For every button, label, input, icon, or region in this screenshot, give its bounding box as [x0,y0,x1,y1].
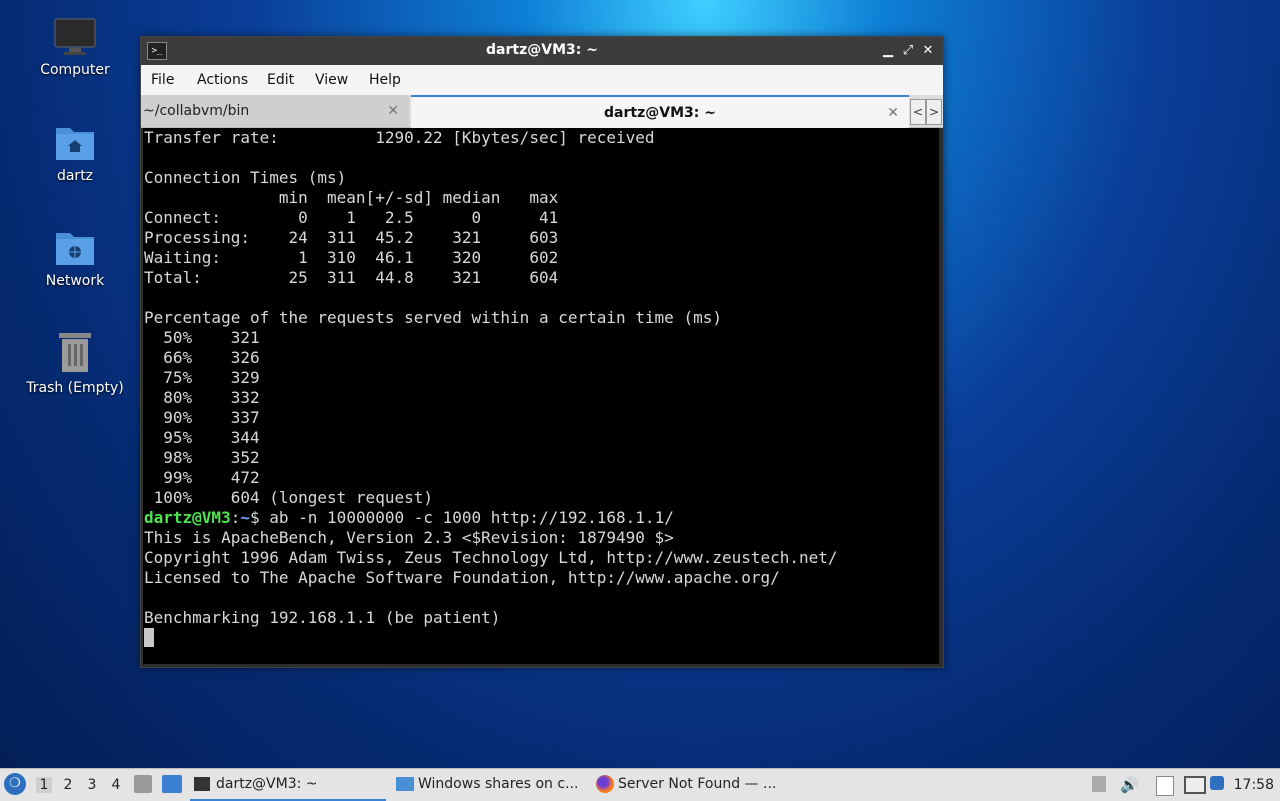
desktop-icon-label: Trash (Empty) [26,380,124,396]
monitor-icon [54,18,96,56]
firefox-icon [596,775,614,793]
terminal-line: Transfer rate: 1290.22 [Kbytes/sec] rece… [144,128,655,147]
workspace-2[interactable]: 2 [60,777,76,793]
desktop-icon-label: Network [45,273,105,289]
prompt-path: ~ [240,508,250,527]
workspace-4[interactable]: 4 [108,777,124,793]
terminal-line: Connection Times (ms) [144,168,347,187]
terminal-line: min mean[+/-sd] median max [144,188,559,207]
terminal-line: 98% 352 [144,448,260,467]
task-terminal[interactable]: dartz@VM3: ~ [190,769,386,801]
terminal-line: 50% 321 [144,328,260,347]
close-button[interactable]: ✕ [919,42,937,60]
terminal-line: Waiting: 1 310 46.1 320 602 [144,248,559,267]
menu-help[interactable]: Help [369,72,401,88]
lubuntu-logo-icon: ❍ [9,776,21,791]
terminal-line: Copyright 1996 Adam Twiss, Zeus Technolo… [144,548,838,567]
network-status-icon[interactable] [1184,776,1206,794]
tab-dartz-vm3[interactable]: dartz@VM3: ~ ✕ [411,95,909,129]
menu-edit[interactable]: Edit [267,72,294,88]
update-notifier-icon[interactable] [1210,776,1224,790]
terminal-line: 95% 344 [144,428,260,447]
clock[interactable]: 17:58 [1234,777,1274,793]
terminal-line: 80% 332 [144,388,260,407]
terminal-command: ab -n 10000000 -c 1000 http://192.168.1.… [269,508,674,527]
prompt-dollar: $ [249,508,270,527]
minimize-icon: ▁ [883,43,893,58]
file-manager-launcher-icon[interactable] [134,775,152,793]
terminal-prompt-line: dartz@VM3:~$ ab -n 10000000 -c 1000 http… [144,508,674,528]
menu-actions[interactable]: Actions [197,72,248,88]
volume-icon[interactable]: 🔊 [1120,776,1139,794]
menu-file[interactable]: File [151,72,174,88]
tab-bar: ~/collabvm/bin ✕ dartz@VM3: ~ ✕ < > [141,95,943,129]
window-title: dartz@VM3: ~ [486,42,598,58]
terminal-line: 90% 337 [144,408,260,427]
menu-view[interactable]: View [315,72,348,88]
trash-icon [55,330,95,374]
terminal-line: This is ApacheBench, Version 2.3 <$Revis… [144,528,674,547]
menu-bar: File Actions Edit View Help [141,65,943,95]
tab-scroll-left-button[interactable]: < [910,99,926,125]
terminal-icon [194,777,210,791]
taskbar: ❍ 1 2 3 4 dartz@VM3: ~ Windows shares on… [0,768,1280,801]
start-menu-button[interactable]: ❍ [4,773,26,795]
eject-icon[interactable] [1092,776,1106,792]
prompt-separator: : [230,508,241,527]
folder-icon [396,777,414,791]
desktop-icon-label: dartz [56,168,94,184]
workspace-3[interactable]: 3 [84,777,100,793]
terminal-line: 75% 329 [144,368,260,387]
close-icon: ✕ [922,43,934,58]
terminal-line: Connect: 0 1 2.5 0 41 [144,208,559,227]
terminal-line: 66% 326 [144,348,260,367]
prompt-user: dartz@VM3 [144,508,231,527]
terminal-line: 99% 472 [144,468,260,487]
terminal-window: >_ dartz@VM3: ~ ▁ ⤢ ✕ File Actions Edit … [140,36,944,668]
desktop-icon-trash[interactable]: Trash (Empty) [25,330,125,396]
task-label: Windows shares on c... [418,776,579,792]
terminal-line: Total: 25 311 44.8 321 604 [144,268,559,287]
desktop-icon-label: Computer [40,62,110,78]
show-desktop-icon[interactable] [162,775,182,793]
terminal-cursor [144,628,154,647]
task-firefox[interactable]: Server Not Found — ... [594,769,790,799]
terminal-line: 100% 604 (longest request) [144,488,433,507]
terminal-line: Processing: 24 311 45.2 321 603 [144,228,559,247]
tab-scroll-right-button[interactable]: > [926,99,942,125]
task-windows-shares[interactable]: Windows shares on c... [394,769,586,799]
desktop-icon-network[interactable]: Network [25,227,125,289]
home-folder-icon [54,122,96,162]
tab-label: dartz@VM3: ~ [604,105,716,121]
minimize-button[interactable]: ▁ [879,42,897,60]
terminal-line: Licensed to The Apache Software Foundati… [144,568,780,587]
tab-close-icon[interactable]: ✕ [887,97,899,129]
task-label: dartz@VM3: ~ [216,776,318,792]
desktop-icon-dartz[interactable]: dartz [25,122,125,184]
terminal-output[interactable]: Transfer rate: 1290.22 [Kbytes/sec] rece… [143,128,939,664]
terminal-line: Percentage of the requests served within… [144,308,722,327]
maximize-icon: ⤢ [902,43,914,58]
network-folder-icon [54,227,96,267]
desktop-icon-computer[interactable]: Computer [25,18,125,78]
clipboard-icon[interactable] [1156,776,1174,796]
window-titlebar[interactable]: >_ dartz@VM3: ~ ▁ ⤢ ✕ [141,37,943,65]
maximize-button[interactable]: ⤢ [899,42,917,60]
tab-collabvm-bin[interactable]: ~/collabvm/bin ✕ [141,95,409,127]
tab-close-icon[interactable]: ✕ [387,95,399,127]
terminal-line: Benchmarking 192.168.1.1 (be patient) [144,608,501,627]
task-label: Server Not Found — ... [618,776,777,792]
tab-label: ~/collabvm/bin [143,103,250,119]
workspace-1[interactable]: 1 [36,777,52,793]
